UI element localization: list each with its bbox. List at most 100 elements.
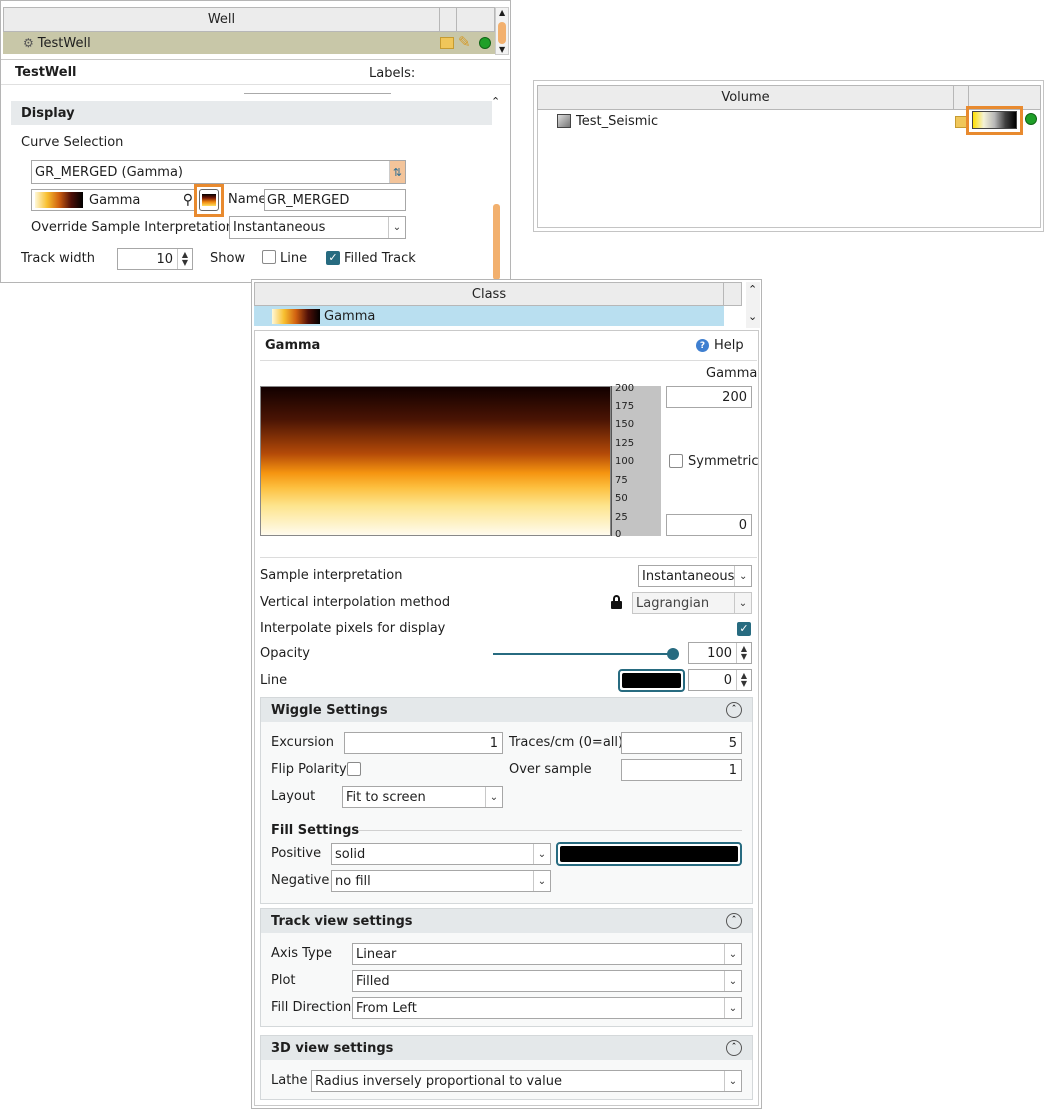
chevron-down-icon: ⌄ <box>724 1071 741 1091</box>
volume-column-header[interactable]: Volume <box>537 85 954 110</box>
collapse-icon[interactable]: ˆ <box>726 913 742 929</box>
spinner-arrows-icon[interactable]: ▲ ▼ <box>736 670 751 690</box>
negative-select[interactable]: no fill ⌄ <box>331 870 551 892</box>
volume-colormap-swatch[interactable] <box>972 111 1017 129</box>
plot-label: Plot <box>271 973 296 988</box>
tick-label: 100 <box>615 456 635 467</box>
view3d-header[interactable]: 3D view settings ˆ <box>261 1036 752 1060</box>
colormap-name: Gamma <box>89 192 141 208</box>
oversample-label: Over sample <box>509 762 592 777</box>
name-value: GR_MERGED <box>267 192 350 208</box>
line-width-value: 0 <box>723 672 732 688</box>
class-column-header-extra[interactable] <box>723 282 742 306</box>
chevron-down-icon: ⌄ <box>533 871 550 891</box>
track-width-value: 10 <box>156 251 173 267</box>
filled-track-checkbox[interactable]: ✓ <box>326 250 340 265</box>
line-color-button[interactable] <box>618 669 685 692</box>
vert-interp-label: Vertical interpolation method <box>260 595 451 610</box>
wiggle-settings-header[interactable]: Wiggle Settings ˆ <box>261 698 752 722</box>
traces-field[interactable]: 5 <box>621 732 742 754</box>
show-label: Show <box>210 251 246 266</box>
details-scroll-up-icon[interactable]: ⌃ <box>491 95 500 108</box>
layout-label: Layout <box>271 789 316 804</box>
positive-color-button[interactable] <box>556 842 742 866</box>
line-checkbox[interactable] <box>262 250 276 268</box>
collapse-icon[interactable]: ˆ <box>726 1040 742 1056</box>
well-column-header-extra[interactable] <box>439 7 457 32</box>
curve-picker-icon[interactable]: ⇅ <box>389 161 405 183</box>
status-dot-icon[interactable] <box>479 37 491 49</box>
min-value-field[interactable]: 0 <box>666 514 752 536</box>
interp-pixels-checkbox[interactable]: ✓ <box>737 621 751 636</box>
volume-row-label[interactable]: Test_Seismic <box>576 114 658 129</box>
sample-interp-select[interactable]: Instantaneous ⌄ <box>638 565 752 587</box>
curve-selection-label: Curve Selection <box>21 135 124 150</box>
colormap-selector[interactable]: Gamma ⚲ <box>31 189 197 211</box>
opacity-value: 100 <box>707 645 732 661</box>
well-panel-title: TestWell <box>15 65 77 80</box>
colormap-edit-button[interactable] <box>199 189 219 211</box>
axis-type-select[interactable]: Linear ⌄ <box>352 943 742 965</box>
opacity-slider-handle[interactable] <box>667 648 679 660</box>
vert-interp-select[interactable]: Lagrangian ⌄ <box>632 592 752 614</box>
well-list-scrollbar[interactable]: ▲ ▼ <box>495 7 509 55</box>
help-button[interactable]: ? Help <box>696 338 744 353</box>
positive-select[interactable]: solid ⌄ <box>331 843 551 865</box>
details-scrollbar[interactable] <box>493 204 500 280</box>
track-view-title: Track view settings <box>271 913 413 929</box>
status-dot-icon[interactable] <box>1025 113 1037 125</box>
track-width-spinner[interactable]: 10 ▲ ▼ <box>117 248 193 270</box>
search-icon[interactable]: ⚲ <box>183 192 193 208</box>
opacity-slider-track[interactable] <box>493 653 673 655</box>
fill-settings-title: Fill Settings <box>271 823 360 838</box>
class-list-scrollbar[interactable]: ⌃ ⌄ <box>746 282 760 328</box>
chevron-down-icon: ⌄ <box>734 566 751 586</box>
help-icon: ? <box>696 339 709 352</box>
interp-pixels-label: Interpolate pixels for display <box>260 621 446 636</box>
well-row-testwell[interactable]: ⚙ TestWell ✎ <box>3 32 495 54</box>
filled-track-label: Filled Track <box>344 251 416 266</box>
positive-value: solid <box>335 846 366 862</box>
override-select[interactable]: Instantaneous ⌄ <box>229 216 406 239</box>
oversample-field[interactable]: 1 <box>621 759 742 781</box>
fill-direction-value: From Left <box>356 1000 417 1016</box>
curve-selection-field[interactable]: GR_MERGED (Gamma) <box>31 160 406 184</box>
lathe-label: Lathe <box>271 1073 308 1088</box>
max-value-field[interactable]: 200 <box>666 386 752 408</box>
collapse-icon[interactable]: ˆ <box>726 702 742 718</box>
layout-select[interactable]: Fit to screen ⌄ <box>342 786 503 808</box>
well-column-header-extra2[interactable] <box>456 7 495 32</box>
well-column-header[interactable]: Well <box>3 7 440 32</box>
line-width-spinner[interactable]: 0 ▲ ▼ <box>688 669 752 691</box>
spinner-arrows-icon[interactable]: ▲ ▼ <box>736 643 751 663</box>
excursion-field[interactable]: 1 <box>344 732 503 754</box>
labels-underline <box>244 93 391 94</box>
flip-polarity-checkbox[interactable] <box>347 762 361 780</box>
layout-value: Fit to screen <box>346 789 426 805</box>
track-view-header[interactable]: Track view settings ˆ <box>261 909 752 933</box>
lock-icon <box>611 595 622 609</box>
fill-direction-select[interactable]: From Left ⌄ <box>352 997 742 1019</box>
tick-label: 175 <box>615 401 635 412</box>
labels-label: Labels: <box>369 66 416 81</box>
class-row-gamma[interactable]: Gamma <box>254 306 724 326</box>
plot-select[interactable]: Filled ⌄ <box>352 970 742 992</box>
pencil-icon[interactable]: ✎ <box>458 33 471 51</box>
view3d-title: 3D view settings <box>271 1040 394 1056</box>
well-icon: ⚙ <box>23 36 34 50</box>
spinner-arrows-icon[interactable]: ▲ ▼ <box>177 249 192 269</box>
display-section-header[interactable]: Display <box>11 101 492 125</box>
traces-label: Traces/cm (0=all) <box>509 735 624 750</box>
override-label: Override Sample Interpretation <box>31 220 235 235</box>
well-details-top-line <box>1 84 510 85</box>
folder-icon[interactable] <box>440 37 454 49</box>
min-value: 0 <box>738 517 747 533</box>
override-value: Instantaneous <box>233 220 326 235</box>
lathe-select[interactable]: Radius inversely proportional to value ⌄ <box>311 1070 742 1092</box>
symmetric-checkbox[interactable] <box>669 454 683 472</box>
opacity-spinner[interactable]: 100 ▲ ▼ <box>688 642 752 664</box>
title-divider <box>260 360 757 361</box>
class-column-header[interactable]: Class <box>254 282 724 306</box>
name-label: Name <box>228 192 267 207</box>
name-field[interactable]: GR_MERGED <box>264 189 406 211</box>
